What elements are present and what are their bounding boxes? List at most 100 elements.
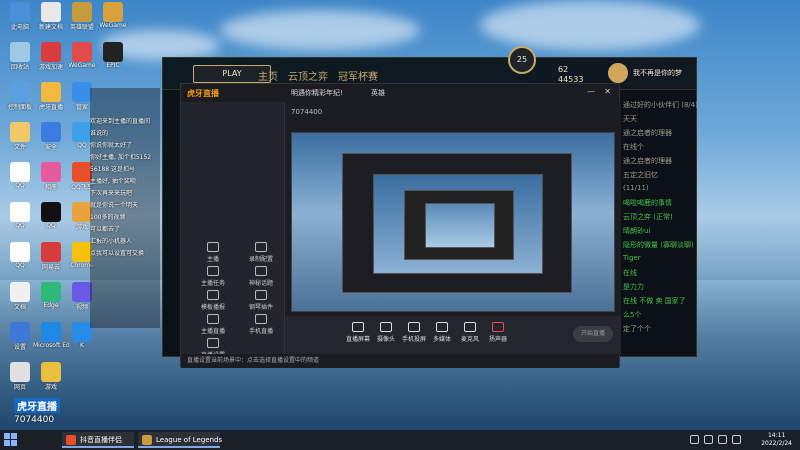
app-icon (72, 122, 92, 142)
sidebar-button[interactable]: 主播直播 (195, 314, 231, 335)
app-icon (10, 42, 30, 62)
stream-app-icon (66, 435, 76, 445)
social-item[interactable]: 五定之旧忆 (623, 170, 658, 180)
sidebar-button-icon (255, 242, 267, 252)
ime-icon[interactable] (732, 435, 741, 444)
social-item[interactable]: 云顶之弈 (正常) (623, 212, 673, 222)
toolbar-button-icon (352, 322, 364, 332)
sidebar-button-icon (255, 314, 267, 324)
sidebar-button[interactable]: 主播任务 (195, 266, 231, 287)
volume-icon[interactable] (718, 435, 727, 444)
toolbar-button[interactable]: 摄像头 (373, 322, 399, 343)
toolbar-button-label: 多媒体 (432, 336, 451, 343)
sidebar-button[interactable]: 手机直播 (243, 314, 279, 335)
close-icon[interactable]: ✕ (604, 87, 611, 96)
stream-tool-title: 虎牙直播 (187, 89, 219, 98)
app-icon (41, 202, 61, 222)
toolbar-button-icon (464, 322, 476, 332)
tab-home[interactable]: 主页 (258, 68, 278, 83)
app-icon (10, 202, 30, 222)
social-item[interactable]: Tiger (623, 254, 641, 262)
taskbar-app-lol[interactable]: League of Legends (138, 432, 222, 448)
clock-time: 14:11 (767, 432, 786, 439)
chat-line: 56188 这是扣号 (90, 166, 160, 174)
nested-preview-3 (404, 190, 514, 260)
start-button[interactable] (4, 433, 18, 447)
social-item[interactable]: 通之启者的理器 (623, 128, 672, 138)
level-badge: 25 (508, 46, 536, 74)
social-item[interactable]: 隐形的微量 (寡聊淡聊) (623, 240, 694, 250)
sidebar-button[interactable]: 主播 (195, 242, 231, 263)
app-icon (103, 42, 123, 62)
tab-tft[interactable]: 云顶之弈 (288, 68, 328, 83)
sidebar-button-icon (255, 290, 267, 300)
sidebar-button[interactable]: 钢琴插件 (243, 290, 279, 311)
sidebar-button-label: 主播任务 (200, 280, 225, 287)
app-icon (72, 82, 92, 102)
desktop-icon[interactable]: EPIC (95, 42, 131, 69)
summoner-name: 我不再是你的梦 (633, 69, 682, 77)
social-item[interactable]: 天天 (623, 114, 637, 124)
app-icon (41, 282, 61, 302)
toolbar-button[interactable]: 手机投屏 (401, 322, 427, 343)
toolbar-button-label: 直播屏幕 (345, 336, 370, 343)
sidebar-button-label: 钢琴插件 (248, 304, 273, 311)
social-item[interactable]: 定了个个 (623, 324, 651, 334)
room-number: 7074400 (14, 415, 55, 425)
huya-logo: 虎牙直播 (14, 398, 60, 413)
social-item[interactable]: 喝啦喝鹿的事情 (623, 198, 672, 208)
stream-title-input[interactable]: 明遇你精彩年纪! (291, 88, 343, 98)
social-item[interactable]: 通过好的小伙伴们 (8/4) (623, 100, 698, 110)
avatar[interactable] (608, 63, 628, 83)
chat-line: 你说你就太好了 (90, 142, 160, 150)
toolbar-button-label: 手机投屏 (401, 336, 426, 343)
app-icon (41, 322, 61, 342)
tray-icon[interactable] (690, 435, 699, 444)
social-item[interactable]: 在线 不做 卖 国家了 (623, 296, 686, 306)
toolbar-button[interactable]: 直播屏幕 (345, 322, 371, 343)
chat-text: 欢迎来到主播的直播间 (90, 118, 151, 125)
social-item[interactable]: 是力力 (623, 282, 644, 292)
preview-area: 7074400 (285, 102, 621, 316)
toolbar-button[interactable]: 扬声器 (485, 322, 511, 343)
social-item[interactable]: 通之启者的理器 (623, 156, 672, 166)
app-icon (72, 42, 92, 62)
chat-line: 点我可以设置可交换 (90, 250, 160, 258)
app-icon (10, 122, 30, 142)
sidebar-button[interactable]: 模板播报 (195, 290, 231, 311)
social-item[interactable]: 晴朗砂ui (623, 226, 650, 236)
social-item[interactable]: 在线个 (623, 142, 644, 152)
taskbar-app-stream[interactable]: 抖音直播伴侣 (62, 432, 134, 448)
sidebar-button[interactable]: 神秘话题 (243, 266, 279, 287)
stream-tool-window[interactable]: 虎牙直播 明遇你精彩年纪! 英雄 ✕ — 主播 录制配置主播任务 神秘话题模板播报 钢… (180, 83, 621, 368)
sidebar-button-label: 模板播报 (200, 304, 225, 311)
network-icon[interactable] (704, 435, 713, 444)
toolbar-button[interactable]: 麦克风 (457, 322, 483, 343)
start-stream-button[interactable]: 开始直播 (573, 326, 613, 342)
social-item[interactable]: 在线 (623, 268, 637, 278)
app-icon (41, 242, 61, 262)
chat-line: 100多的视频 (90, 214, 160, 222)
tab-clash[interactable]: 冠军杯赛 (338, 68, 378, 83)
social-item[interactable]: 么5个 (623, 310, 641, 320)
cloud (220, 10, 420, 50)
sidebar-button-icon (255, 266, 267, 276)
sidebar-button-icon (207, 242, 219, 252)
sidebar-button[interactable]: 录制配置 (243, 242, 279, 263)
tool-footer: 直播设置当前场景中：点击选择直播设置中的频道 (181, 354, 619, 368)
sidebar-button-label: 手机直播 (248, 328, 273, 335)
cloud (480, 0, 700, 50)
desktop-icon-label: 游戏 (44, 384, 57, 391)
app-icon (41, 42, 61, 62)
clock[interactable]: 14:11 2022/2/24 (761, 432, 792, 448)
desktop-icon[interactable]: WeGame (95, 2, 131, 29)
minimize-icon[interactable]: — (587, 87, 595, 96)
desktop-icon[interactable]: 游戏 (33, 362, 69, 391)
app-icon (10, 162, 30, 182)
toolbar-button[interactable]: 多媒体 (429, 322, 455, 343)
app-icon (103, 2, 123, 22)
social-item[interactable]: (11/11) (623, 184, 649, 192)
rp-count: 62 (558, 65, 569, 74)
category-select[interactable]: 英雄 (371, 88, 385, 98)
toolbar-button-icon (492, 322, 504, 332)
